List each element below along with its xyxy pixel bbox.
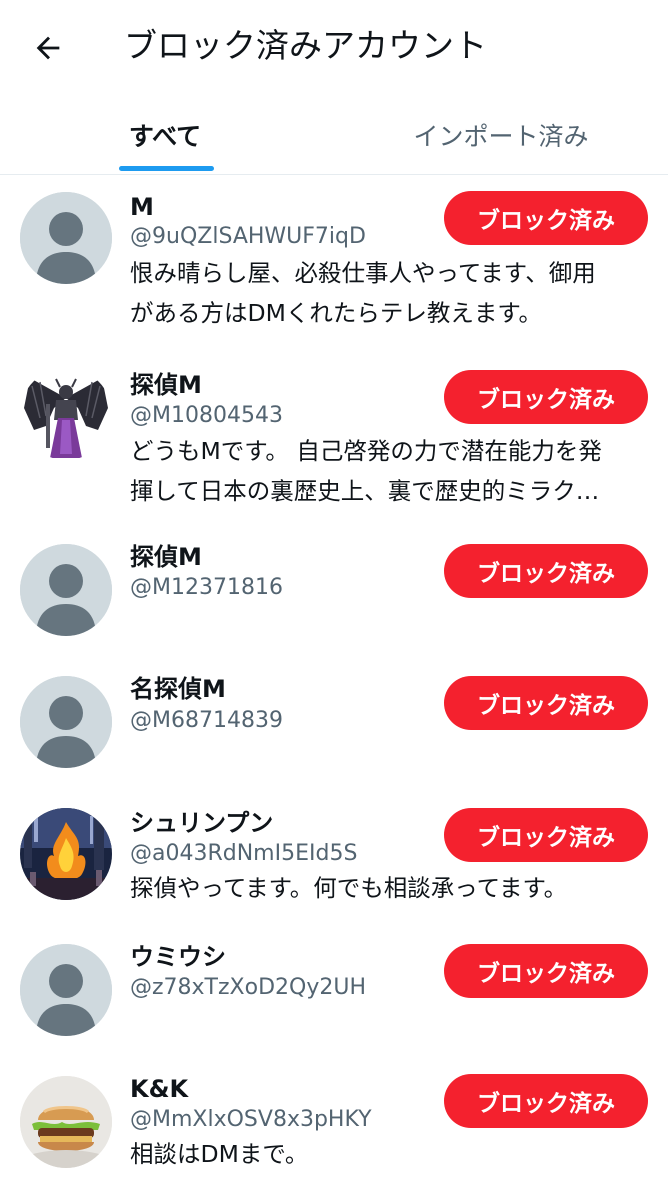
account-row[interactable]: K&K @MmXlxOSV8x3pHKY 相談はDMまで。 ブロック済み: [0, 1060, 668, 1200]
account-row[interactable]: M @9uQZlSAHWUF7iqD 恨み晴らし屋、必殺仕事人やってます、御用 …: [0, 176, 668, 356]
user-handle: @9uQZlSAHWUF7iqD: [130, 224, 366, 249]
user-handle: @M12371816: [130, 575, 283, 600]
top-app-bar: ブロック済みアカウント: [0, 0, 668, 92]
bio-line: 探偵やってます。何でも相談承ってます。: [130, 874, 568, 902]
default-avatar[interactable]: [20, 676, 112, 768]
display-name: 名探偵M: [130, 675, 226, 703]
account-row[interactable]: ウミウシ @z78xTzXoD2Qy2UH ブロック済み: [0, 926, 668, 1060]
bio-line: 相談はDMまで。: [130, 1140, 309, 1168]
blocked-button[interactable]: ブロック済み: [444, 676, 648, 730]
display-name: K&K: [130, 1075, 189, 1103]
tab-imported[interactable]: インポート済み: [334, 96, 668, 174]
blocked-button[interactable]: ブロック済み: [444, 944, 648, 998]
tab-all-label: すべて: [128, 122, 202, 151]
bio-line: どうもMです。 自己啓発の力で潜在能力を発: [130, 437, 602, 465]
tab-all[interactable]: すべて: [0, 96, 334, 174]
blocked-button[interactable]: ブロック済み: [444, 191, 648, 245]
display-name: M: [130, 193, 154, 221]
account-row[interactable]: 探偵M @M10804543 どうもMです。 自己啓発の力で潜在能力を発 揮して…: [0, 356, 668, 526]
tab-imported-label: インポート済み: [413, 122, 589, 151]
active-tab-indicator: [119, 166, 214, 171]
default-avatar[interactable]: [20, 544, 112, 636]
account-row[interactable]: シュリンプン @a043RdNmI5EId5S 探偵やってます。何でも相談承って…: [0, 792, 668, 926]
user-handle: @z78xTzXoD2Qy2UH: [130, 975, 366, 1000]
fire-scene-avatar[interactable]: [20, 808, 112, 900]
back-button[interactable]: [22, 22, 74, 74]
account-row[interactable]: 探偵M @M12371816 ブロック済み: [0, 526, 668, 658]
winged-demon-figure-avatar[interactable]: [20, 368, 112, 460]
display-name: 探偵M: [130, 543, 202, 571]
bio-line: がある方はDMくれたらテレ教えます。: [130, 299, 543, 327]
user-handle: @a043RdNmI5EId5S: [130, 841, 358, 866]
default-avatar[interactable]: [20, 192, 112, 284]
user-handle: @M68714839: [130, 708, 283, 733]
arrow-left-icon: [36, 36, 60, 60]
user-handle: @M10804543: [130, 403, 283, 428]
default-avatar[interactable]: [20, 944, 112, 1036]
display-name: ウミウシ: [130, 943, 226, 971]
bio-line: 揮して日本の裏歴史上、裏で歴史的ミラク…: [130, 477, 600, 505]
burger-photo-avatar[interactable]: [20, 1076, 112, 1168]
tab-bar: すべて インポート済み: [0, 96, 668, 175]
display-name: 探偵M: [130, 371, 202, 399]
display-name: シュリンプン: [130, 809, 274, 837]
user-handle: @MmXlxOSV8x3pHKY: [130, 1107, 372, 1132]
blocked-button[interactable]: ブロック済み: [444, 1074, 648, 1128]
account-row[interactable]: 名探偵M @M68714839 ブロック済み: [0, 658, 668, 792]
blocked-button[interactable]: ブロック済み: [444, 544, 648, 598]
blocked-button[interactable]: ブロック済み: [444, 370, 648, 424]
bio-line: 恨み晴らし屋、必殺仕事人やってます、御用: [130, 259, 596, 287]
page-title: ブロック済みアカウント: [124, 26, 487, 65]
blocked-button[interactable]: ブロック済み: [444, 808, 648, 862]
